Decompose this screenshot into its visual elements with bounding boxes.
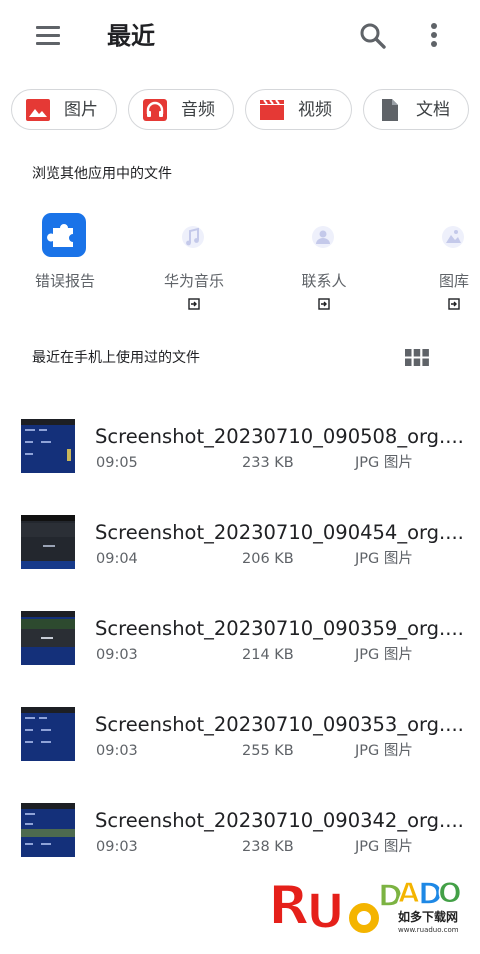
- file-name: Screenshot_20230710_090342_org....: [95, 809, 464, 832]
- file-name: Screenshot_20230710_090454_org....: [95, 521, 464, 544]
- file-type: JPG 图片: [355, 743, 413, 759]
- gallery-app-icon: [431, 213, 475, 257]
- category-chips: 图片 音频 视频 文档: [0, 89, 480, 131]
- chip-video[interactable]: 视频: [245, 89, 352, 130]
- open-in-icon: [448, 295, 460, 310]
- app-label: 华为音乐: [163, 272, 224, 290]
- file-type: JPG 图片: [355, 839, 413, 855]
- music-app-icon: [171, 213, 215, 257]
- file-row[interactable]: Screenshot_20230710_090353_org.... 09:03…: [0, 693, 480, 773]
- other-apps-list: 错误报告 华为音乐 联系人 图库: [0, 208, 480, 318]
- app-item-gallery[interactable]: 图库: [390, 208, 480, 313]
- open-in-icon: [188, 295, 200, 310]
- file-size: 214 KB: [242, 647, 294, 663]
- file-row[interactable]: Screenshot_20230710_090508_org.... 09:05…: [0, 405, 480, 485]
- contacts-app-icon: [301, 213, 345, 257]
- app-label: 图库: [438, 272, 469, 290]
- file-row[interactable]: Screenshot_20230710_090342_org.... 09:03…: [0, 789, 480, 869]
- svg-text:R: R: [268, 874, 310, 937]
- app-bar: 最近: [0, 0, 480, 72]
- file-thumbnail: [21, 515, 75, 569]
- svg-text:如多下载网: 如多下载网: [398, 909, 458, 924]
- chip-label: 音频: [181, 100, 215, 120]
- movie-icon: [259, 98, 285, 122]
- more-vert-icon[interactable]: [420, 20, 448, 52]
- file-type: JPG 图片: [355, 551, 413, 567]
- file-thumbnail: [21, 707, 75, 761]
- file-size: 233 KB: [242, 455, 294, 471]
- chip-label: 视频: [298, 100, 332, 120]
- page-title: 最近: [107, 22, 155, 50]
- file-size: 206 KB: [242, 551, 294, 567]
- file-type: JPG 图片: [355, 647, 413, 663]
- app-label: 错误报告: [34, 272, 95, 290]
- file-time: 09:04: [96, 551, 138, 567]
- image-icon: [25, 98, 51, 122]
- chip-images[interactable]: 图片: [11, 89, 117, 130]
- search-icon[interactable]: [357, 20, 389, 52]
- document-icon: [377, 98, 403, 122]
- file-thumbnail: [21, 803, 75, 857]
- file-size: 255 KB: [242, 743, 294, 759]
- svg-text:O: O: [438, 876, 462, 909]
- file-time: 09:03: [96, 647, 138, 663]
- file-time: 09:05: [96, 455, 138, 471]
- file-thumbnail: [21, 611, 75, 665]
- grid-view-icon[interactable]: [405, 348, 429, 368]
- file-size: 238 KB: [242, 839, 294, 855]
- puzzle-icon: [42, 213, 86, 257]
- chip-label: 文档: [416, 100, 450, 120]
- file-thumbnail: [21, 419, 75, 473]
- menu-icon[interactable]: [34, 24, 62, 48]
- app-item-bug-report[interactable]: 错误报告: [1, 208, 121, 313]
- file-row[interactable]: Screenshot_20230710_090359_org.... 09:03…: [0, 597, 480, 677]
- svg-text:A: A: [398, 876, 420, 909]
- chip-documents[interactable]: 文档: [363, 89, 469, 130]
- chip-label: 图片: [64, 100, 98, 120]
- app-label: 联系人: [301, 272, 347, 290]
- watermark-logo: R U D A D O 如多下载网 www.ruaduo.com: [266, 868, 466, 946]
- svg-text:U: U: [306, 884, 345, 940]
- headphones-icon: [142, 98, 168, 122]
- file-name: Screenshot_20230710_090508_org....: [95, 425, 464, 448]
- chip-audio[interactable]: 音频: [128, 89, 234, 130]
- svg-text:www.ruaduo.com: www.ruaduo.com: [398, 926, 459, 934]
- file-name: Screenshot_20230710_090353_org....: [95, 713, 464, 736]
- file-name: Screenshot_20230710_090359_org....: [95, 617, 464, 640]
- file-time: 09:03: [96, 839, 138, 855]
- file-row[interactable]: Screenshot_20230710_090454_org.... 09:04…: [0, 501, 480, 581]
- open-in-icon: [318, 295, 330, 310]
- other-apps-title: 浏览其他应用中的文件: [32, 166, 172, 182]
- file-type: JPG 图片: [355, 455, 413, 471]
- file-time: 09:03: [96, 743, 138, 759]
- recent-files-title: 最近在手机上使用过的文件: [32, 350, 200, 366]
- app-item-contacts[interactable]: 联系人: [260, 208, 380, 313]
- app-item-huawei-music[interactable]: 华为音乐: [130, 208, 250, 313]
